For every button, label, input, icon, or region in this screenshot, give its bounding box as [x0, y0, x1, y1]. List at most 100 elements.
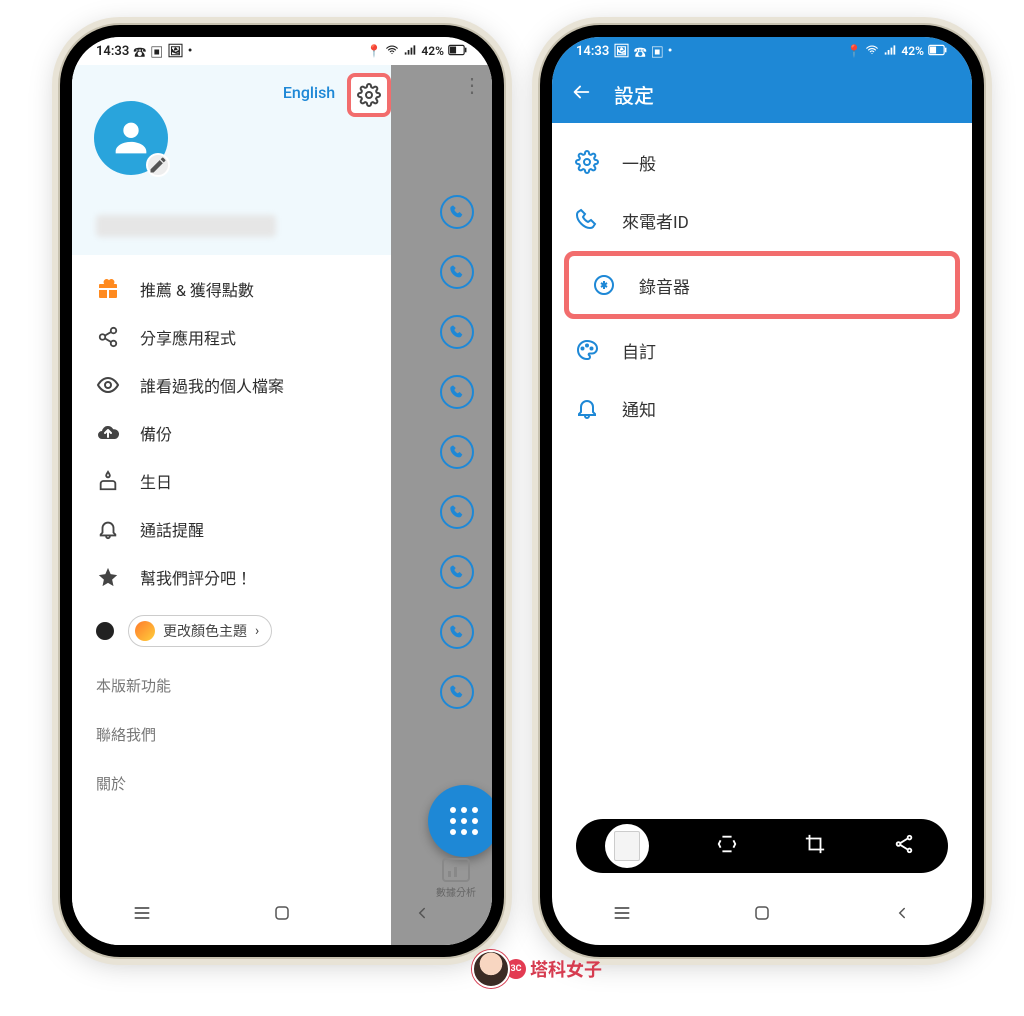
- watermark-text: 塔科女子: [530, 956, 602, 982]
- gear-icon[interactable]: [357, 83, 381, 107]
- battery-icon: [928, 44, 948, 59]
- chevron-right-icon: ›: [255, 623, 259, 639]
- phone-icon: [449, 684, 465, 700]
- footer-item-whatsnew[interactable]: 本版新功能: [72, 661, 391, 710]
- settings-label: 一般: [622, 150, 656, 175]
- call-log-item[interactable]: [440, 255, 474, 289]
- share-icon[interactable]: [893, 833, 915, 859]
- call-log-item[interactable]: [440, 615, 474, 649]
- settings-item-callerid[interactable]: 來電者ID: [552, 191, 972, 249]
- menu-item-theme[interactable]: 更改顏色主題 ›: [72, 601, 391, 661]
- settings-title: 設定: [614, 80, 654, 109]
- edit-avatar-button[interactable]: [146, 153, 170, 177]
- menu-item-rate[interactable]: 幫我們評分吧！: [72, 553, 391, 601]
- cake-icon: [96, 469, 120, 493]
- android-navbar: [72, 893, 492, 933]
- bell-icon: [574, 395, 600, 421]
- menu-item-backup[interactable]: 備份: [72, 409, 391, 457]
- status-time: 14:33: [576, 44, 609, 59]
- nav-home-icon[interactable]: [751, 902, 773, 924]
- settings-item-recorder-highlight[interactable]: 錄音器: [564, 251, 960, 319]
- footer-label: 本版新功能: [96, 675, 171, 696]
- nav-back-icon[interactable]: [891, 902, 913, 924]
- menu-item-share[interactable]: 分享應用程式: [72, 313, 391, 361]
- back-arrow-icon[interactable]: [570, 81, 592, 108]
- footer-item-about[interactable]: 關於: [72, 759, 391, 808]
- eye-icon: [96, 373, 120, 397]
- drawer-header: English: [72, 65, 391, 255]
- status-dot-icon: •: [668, 44, 673, 59]
- drawer-menu: 推薦 & 獲得點數 分享應用程式 誰看過我的個人檔案: [72, 255, 391, 818]
- menu-item-call-reminder[interactable]: 通話提醒: [72, 505, 391, 553]
- settings-item-customize[interactable]: 自訂: [552, 321, 972, 379]
- menu-label: 生日: [140, 469, 172, 493]
- call-log-item[interactable]: [440, 675, 474, 709]
- nav-back-icon[interactable]: [411, 902, 433, 924]
- wifi-icon: [865, 43, 879, 60]
- footer-label: 聯絡我們: [96, 724, 156, 745]
- menu-item-profile-views[interactable]: 誰看過我的個人檔案: [72, 361, 391, 409]
- settings-list: 一般 來電者ID 錄音器 自訂: [552, 123, 972, 447]
- status-image-icon: 🖼: [613, 44, 630, 59]
- theme-current-dot: [96, 622, 114, 640]
- status-app-icon: ☎: [133, 42, 146, 61]
- language-button[interactable]: English: [283, 83, 335, 102]
- call-log-item[interactable]: [440, 195, 474, 229]
- status-screenshot-icon: ▣: [150, 42, 163, 61]
- status-screenshot-icon: ▣: [651, 42, 664, 61]
- settings-label: 錄音器: [639, 273, 690, 298]
- screen-right: 14:33 🖼 ☎ ▣ • 📍 42%: [552, 37, 972, 945]
- crop-icon[interactable]: [804, 833, 826, 859]
- theme-pill[interactable]: 更改顏色主題 ›: [128, 615, 272, 647]
- phone-icon: [449, 324, 465, 340]
- status-image-icon: 🖼: [167, 44, 184, 59]
- nav-home-icon[interactable]: [271, 902, 293, 924]
- call-log-item[interactable]: [440, 375, 474, 409]
- palette-icon: [574, 337, 600, 363]
- overflow-menu-icon[interactable]: ⋮: [462, 73, 482, 97]
- chart-icon: [442, 858, 470, 882]
- screenshot-toolbar: [576, 819, 948, 873]
- phone-icon: [449, 564, 465, 580]
- battery-icon: [448, 44, 468, 59]
- status-app-icon: ☎: [634, 42, 647, 61]
- menu-item-recommend[interactable]: 推薦 & 獲得點數: [72, 265, 391, 313]
- screenshot-thumb[interactable]: [605, 824, 649, 868]
- call-log-item[interactable]: [440, 435, 474, 469]
- call-log-item[interactable]: [440, 555, 474, 589]
- menu-label: 通話提醒: [140, 517, 204, 541]
- dialpad-icon: [450, 807, 478, 835]
- scroll-capture-icon[interactable]: [716, 833, 738, 859]
- settings-item-general[interactable]: 一般: [552, 133, 972, 191]
- theme-swatch-icon: [135, 621, 155, 641]
- background-strip: ⋮ 數據分析: [391, 65, 492, 945]
- status-bar: 14:33 ☎ ▣ 🖼 • 📍 42%: [72, 37, 492, 65]
- settings-item-notification[interactable]: 通知: [552, 379, 972, 437]
- nav-recent-icon[interactable]: [611, 902, 633, 924]
- settings-appbar: 設定: [552, 65, 972, 123]
- menu-item-birthday[interactable]: 生日: [72, 457, 391, 505]
- theme-label: 更改顏色主題: [163, 621, 247, 641]
- call-log-item[interactable]: [440, 315, 474, 349]
- footer-label: 關於: [96, 773, 126, 794]
- bell-icon: [96, 517, 120, 541]
- phone-icon: [449, 444, 465, 460]
- status-dot-icon: •: [188, 44, 193, 59]
- location-icon: 📍: [846, 44, 861, 58]
- phone-icon: [449, 624, 465, 640]
- star-icon: [96, 565, 120, 589]
- user-name-blurred: [96, 215, 276, 237]
- call-log-item[interactable]: [440, 495, 474, 529]
- screen-left: 14:33 ☎ ▣ 🖼 • 📍 42%: [72, 37, 492, 945]
- footer-item-contact[interactable]: 聯絡我們: [72, 710, 391, 759]
- settings-gear-highlight: [347, 73, 391, 117]
- battery-text: 42%: [421, 44, 444, 58]
- dialpad-fab[interactable]: [428, 785, 492, 857]
- status-time: 14:33: [96, 44, 129, 59]
- nav-recent-icon[interactable]: [131, 902, 153, 924]
- signal-icon: [883, 43, 897, 60]
- share-icon: [96, 325, 120, 349]
- android-navbar: [552, 893, 972, 933]
- avatar[interactable]: [94, 101, 168, 175]
- phone-mock-right: 14:33 🖼 ☎ ▣ • 📍 42%: [540, 25, 984, 957]
